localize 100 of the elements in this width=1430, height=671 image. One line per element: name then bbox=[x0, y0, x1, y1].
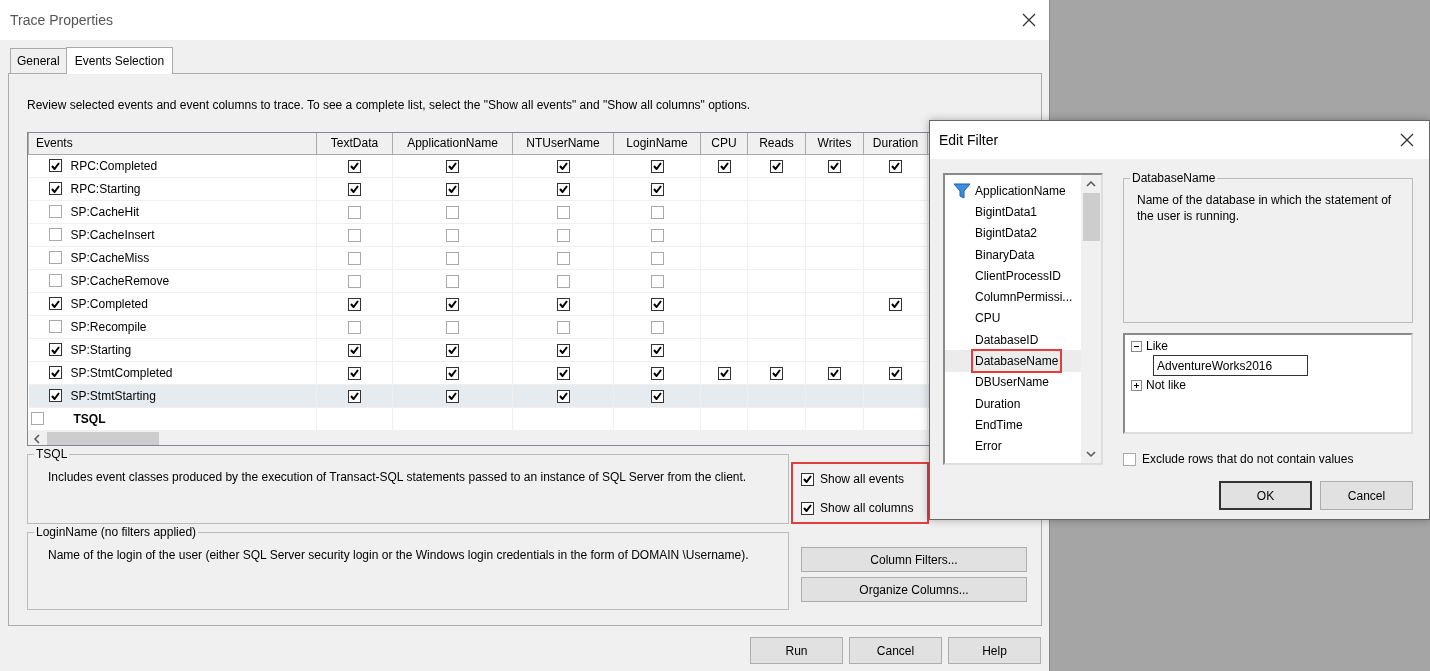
column-header[interactable]: ApplicationName bbox=[392, 133, 513, 154]
checkbox[interactable] bbox=[48, 159, 62, 172]
checkbox[interactable] bbox=[889, 366, 902, 380]
scrollbar-thumb[interactable] bbox=[47, 431, 159, 445]
checkbox[interactable] bbox=[348, 343, 361, 357]
column-header[interactable]: Duration bbox=[863, 133, 928, 154]
button[interactable]: Cancel bbox=[1320, 481, 1413, 510]
checkbox[interactable] bbox=[650, 205, 664, 219]
checkbox[interactable] bbox=[446, 274, 459, 288]
list-item[interactable]: DBUserName bbox=[973, 372, 1051, 393]
close-icon[interactable] bbox=[1399, 132, 1415, 148]
column-header[interactable]: Events bbox=[28, 133, 317, 154]
tree-node[interactable]: Not like bbox=[1146, 376, 1186, 394]
checkbox[interactable] bbox=[650, 182, 664, 196]
checkbox[interactable] bbox=[446, 228, 459, 242]
checkbox[interactable] bbox=[446, 159, 459, 173]
checkbox[interactable] bbox=[446, 297, 459, 311]
list-item[interactable]: BigintData1 bbox=[973, 201, 1040, 222]
checkbox[interactable] bbox=[556, 205, 570, 219]
list-item[interactable]: Duration bbox=[973, 393, 1023, 414]
checkbox[interactable] bbox=[650, 159, 664, 173]
checkbox[interactable] bbox=[348, 274, 361, 288]
checkbox[interactable] bbox=[48, 366, 62, 379]
checkbox[interactable] bbox=[348, 251, 361, 265]
tree-node[interactable]: Like bbox=[1146, 337, 1168, 355]
column-header[interactable]: NTUserName bbox=[512, 133, 614, 154]
checkbox[interactable] bbox=[801, 472, 814, 486]
checkbox[interactable] bbox=[717, 366, 731, 380]
checkbox[interactable] bbox=[556, 366, 570, 380]
list-item[interactable]: BinaryData bbox=[973, 244, 1037, 265]
checkbox[interactable] bbox=[48, 297, 62, 310]
tab[interactable]: General bbox=[10, 48, 67, 73]
checkbox[interactable] bbox=[48, 228, 62, 241]
checkbox[interactable] bbox=[556, 274, 570, 288]
checkbox[interactable] bbox=[556, 343, 570, 357]
checkbox[interactable] bbox=[348, 182, 361, 196]
checkbox[interactable] bbox=[770, 159, 783, 173]
checkbox[interactable] bbox=[48, 389, 62, 402]
checkbox[interactable] bbox=[348, 228, 361, 242]
checkbox[interactable] bbox=[650, 251, 664, 265]
checkbox[interactable] bbox=[1123, 452, 1136, 466]
checkbox[interactable] bbox=[48, 343, 62, 356]
column-header[interactable]: TextData bbox=[316, 133, 393, 154]
list-item[interactable]: ColumnPermissi... bbox=[973, 287, 1075, 308]
checkbox[interactable] bbox=[889, 297, 902, 311]
checkbox[interactable] bbox=[48, 274, 62, 287]
checkbox[interactable] bbox=[650, 228, 664, 242]
column-header[interactable]: Reads bbox=[747, 133, 806, 154]
checkbox[interactable] bbox=[48, 182, 62, 195]
list-item[interactable]: CPU bbox=[973, 308, 1003, 329]
column-header[interactable]: Writes bbox=[805, 133, 864, 154]
list-item[interactable]: DatabaseID bbox=[973, 329, 1041, 350]
scrollbar-thumb[interactable] bbox=[1082, 193, 1100, 241]
checkbox[interactable] bbox=[348, 297, 361, 311]
checkbox[interactable] bbox=[48, 320, 62, 333]
checkbox[interactable] bbox=[717, 159, 731, 173]
checkbox[interactable] bbox=[650, 366, 664, 380]
checkbox[interactable] bbox=[801, 501, 814, 515]
list-item[interactable]: BigintData2 bbox=[973, 223, 1040, 244]
checkbox[interactable] bbox=[446, 251, 459, 265]
list-item[interactable]: EndTime bbox=[973, 414, 1025, 435]
checkbox[interactable] bbox=[348, 366, 361, 380]
button[interactable]: Column Filters... bbox=[801, 547, 1027, 572]
checkbox[interactable] bbox=[348, 205, 361, 219]
checkbox[interactable] bbox=[556, 297, 570, 311]
checkbox[interactable] bbox=[556, 389, 570, 403]
checkbox[interactable] bbox=[446, 343, 459, 357]
checkbox[interactable] bbox=[446, 389, 459, 403]
checkbox[interactable] bbox=[446, 182, 459, 196]
list-item[interactable]: ClientProcessID bbox=[973, 265, 1064, 286]
checkbox[interactable] bbox=[446, 366, 459, 380]
button[interactable]: Cancel bbox=[849, 637, 942, 664]
checkbox[interactable] bbox=[650, 343, 664, 357]
tab[interactable]: Events Selection bbox=[65, 47, 174, 74]
button[interactable]: OK bbox=[1219, 481, 1312, 510]
checkbox[interactable] bbox=[348, 159, 361, 173]
column-header[interactable]: CPU bbox=[700, 133, 748, 154]
button[interactable]: Run bbox=[750, 637, 843, 664]
checkbox[interactable] bbox=[556, 159, 570, 173]
checkbox[interactable] bbox=[828, 159, 841, 173]
checkbox[interactable] bbox=[770, 366, 783, 380]
checkbox[interactable] bbox=[650, 389, 664, 403]
close-icon[interactable] bbox=[1021, 12, 1037, 28]
collapse-icon[interactable] bbox=[1131, 340, 1142, 352]
checkbox[interactable] bbox=[650, 320, 664, 334]
checkbox[interactable] bbox=[556, 320, 570, 334]
checkbox[interactable] bbox=[650, 274, 664, 288]
checkbox[interactable] bbox=[348, 389, 361, 403]
checkbox[interactable] bbox=[446, 320, 459, 334]
list-item[interactable]: ApplicationName bbox=[973, 180, 1068, 201]
button[interactable]: Help bbox=[948, 637, 1041, 664]
checkbox[interactable] bbox=[348, 320, 361, 334]
checkbox[interactable] bbox=[650, 297, 664, 311]
expand-icon[interactable] bbox=[1131, 379, 1142, 391]
column-header[interactable]: LoginName bbox=[613, 133, 701, 154]
checkbox[interactable] bbox=[556, 251, 570, 265]
checkbox[interactable] bbox=[556, 182, 570, 196]
checkbox[interactable] bbox=[828, 366, 841, 380]
checkbox[interactable] bbox=[48, 205, 62, 218]
checkbox[interactable] bbox=[889, 159, 902, 173]
